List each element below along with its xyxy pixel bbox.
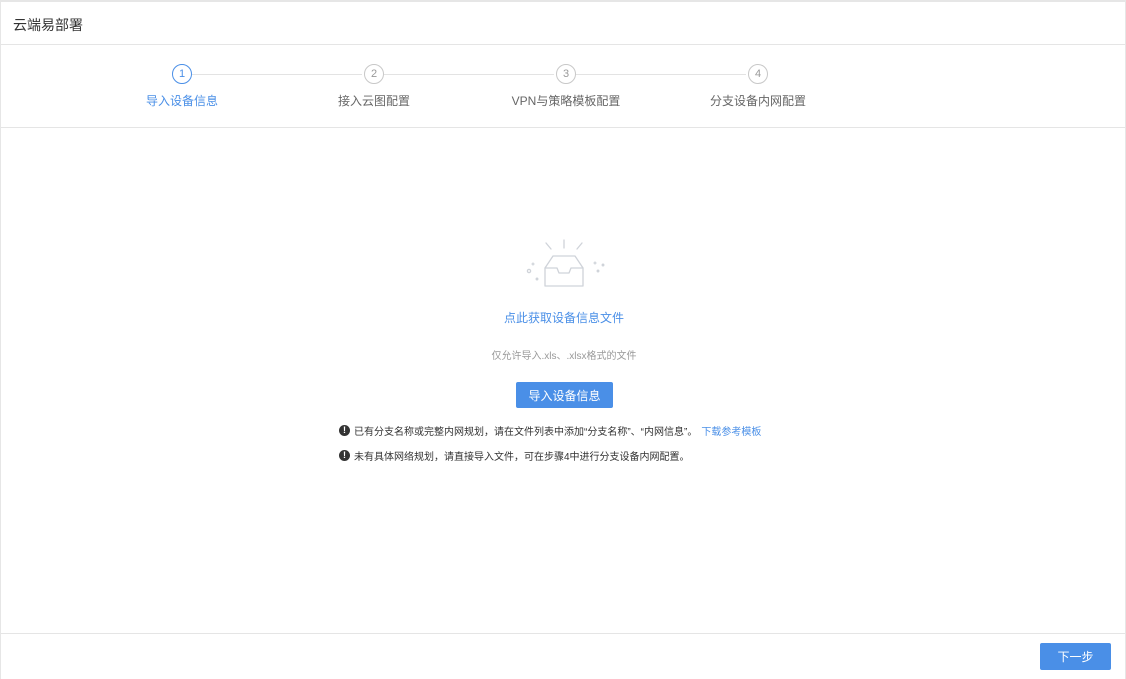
step-connector-1-2 [192,74,362,75]
step-1-circle: 1 [172,64,192,84]
page-title: 云端易部署 [13,17,83,33]
note-branch-plan-text: 已有分支名称或完整内网规划，请在文件列表中添加“分支名称”、“内网信息”。 [354,427,698,438]
file-format-hint: 仅允许导入.xls、.xlsx格式的文件 [491,351,637,362]
get-device-file-link[interactable]: 点此获取设备信息文件 [464,309,664,326]
step-4-label: 分支设备内网配置 [709,94,806,108]
warning-icon: ! [339,450,350,461]
page-footer: 下一步 [1,633,1125,679]
step-connector-2-3 [384,74,554,75]
step-3-circle: 3 [556,64,576,84]
step-2-circle: 2 [364,64,384,84]
step-2-label: 接入云图配置 [337,94,410,108]
warning-icon: ! [339,425,350,436]
page-header: 云端易部署 [1,2,1125,45]
note-branch-plan: ! 已有分支名称或完整内网规划，请在文件列表中添加“分支名称”、“内网信息”。 … [339,423,761,438]
next-step-button[interactable]: 下一步 [1040,643,1111,670]
step-4-circle: 4 [748,64,768,84]
download-template-link[interactable]: 下载参考模板 [701,423,761,438]
app-frame: 云端易部署 1 导入设备信息 2 接入云图配置 3 VPN与策略模板配置 4 分… [0,0,1126,679]
note-no-plan-text: 未有具体网络规划，请直接导入文件，可在步骤4中进行分支设备内网配置。 [354,452,690,463]
step-1-label: 导入设备信息 [145,94,218,108]
step-indicator: 1 导入设备信息 2 接入云图配置 3 VPN与策略模板配置 4 分支设备内网配… [1,46,1125,128]
step-connector-3-4 [576,74,746,75]
step-3-label: VPN与策略模板配置 [511,94,621,108]
import-device-info-button[interactable]: 导入设备信息 [516,382,613,408]
empty-inbox-icon [526,239,605,287]
note-no-plan: ! 未有具体网络规划，请直接导入文件，可在步骤4中进行分支设备内网配置。 [339,448,690,463]
